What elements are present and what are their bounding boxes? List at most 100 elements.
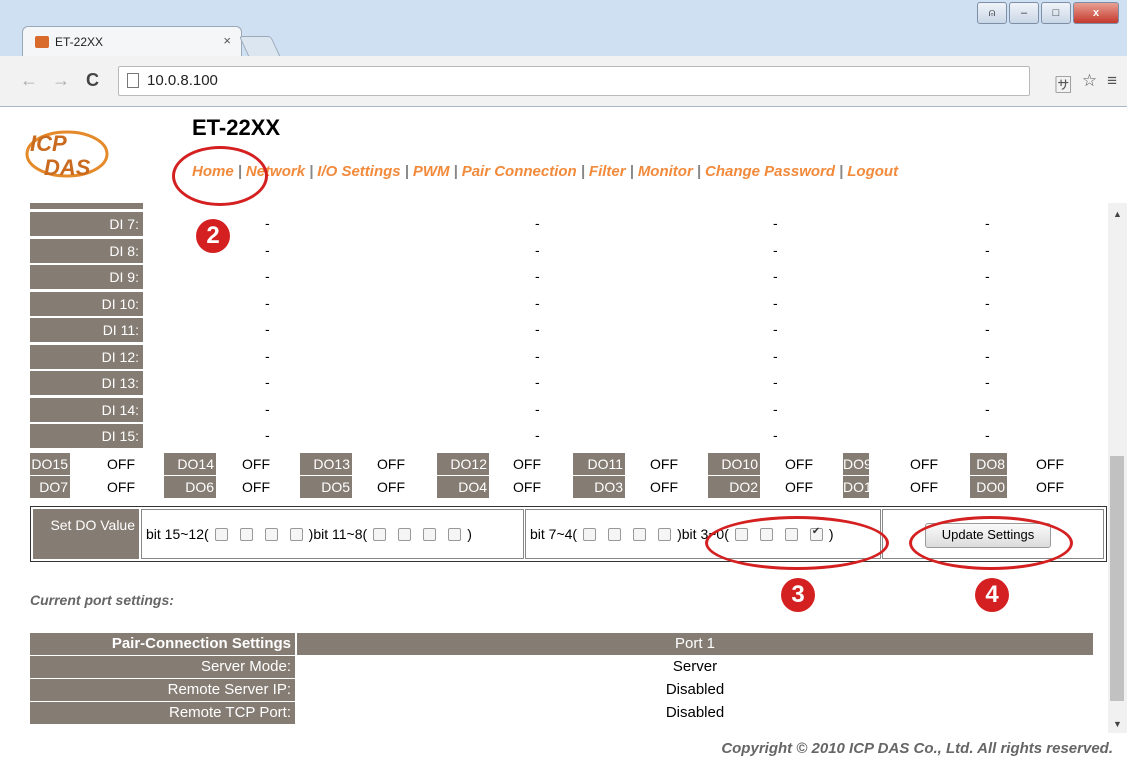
close-window-button[interactable]: x [1073,2,1119,24]
di-value: - [773,215,778,231]
bit-checkbox[interactable] [423,527,437,541]
nav-separator: | [696,163,701,180]
scroll-thumb[interactable] [1110,456,1124,701]
highlight-ring-update [909,516,1073,570]
di-value: - [773,400,778,417]
do-label: DO3 [573,476,625,498]
do-label: DO4 [437,476,489,498]
back-icon[interactable]: ← [20,70,38,91]
do-value: OFF [242,479,270,495]
di-label: DI 11: [30,318,143,342]
forward-icon[interactable]: → [52,70,70,91]
nav-separator: | [580,163,585,180]
do-value: OFF [910,456,938,472]
bit-checkbox[interactable] [583,527,597,541]
bookmark-star-icon[interactable]: ☆ [1082,71,1097,96]
di-value: - [535,347,540,364]
di-label: DI 9: [30,265,143,289]
bit-checkbox[interactable] [239,527,253,541]
nav-link-logout[interactable]: Logout [847,163,898,180]
di-value: - [985,400,990,417]
bit-checkbox[interactable] [373,527,387,541]
address-bar[interactable]: 10.0.8.100 [118,66,1030,96]
nav-link-change-password[interactable]: Change Password [705,163,835,180]
di-label: DI 12: [30,344,143,369]
user-icon[interactable]: ⍝ [977,2,1007,24]
minimize-button[interactable]: – [1009,2,1039,24]
bit-checkbox[interactable] [633,527,647,541]
setting-label: Remote Server IP: [30,679,295,701]
page-title: ET-22XX [192,115,281,140]
di-row-partial [30,203,143,209]
tab-title: ET-22XX [55,35,104,49]
di-value: - [773,294,778,311]
menu-icon[interactable]: ≡ [1107,71,1117,96]
reload-icon[interactable]: C [86,70,99,91]
do-label: DO0 [970,476,1007,498]
nav-link-filter[interactable]: Filter [589,163,626,180]
di-label: DI 13: [30,371,143,395]
di-value: - [265,215,270,231]
browser-tab[interactable]: ET-22XX × [22,26,242,57]
di-value: - [265,268,270,284]
nav-link-monitor[interactable]: Monitor [638,163,693,180]
do-label: DO7 [30,476,70,498]
bit-checkbox[interactable] [264,527,278,541]
do-label: DO13 [300,453,352,475]
di-value: - [985,374,990,390]
nav-link-i-o-settings[interactable]: I/O Settings [317,163,400,180]
nav-separator: | [309,163,314,180]
pair-connection-title: Pair-Connection Settings [30,633,295,655]
di-value: - [265,294,270,311]
bit-group-prefix: bit 7~4( [530,526,578,542]
di-label: DI 8: [30,238,143,263]
di-value: - [773,347,778,364]
new-tab-button[interactable] [238,36,282,58]
setting-label: Remote TCP Port: [30,702,295,724]
scroll-up-icon[interactable]: ▲ [1113,209,1122,219]
bit-checkbox[interactable] [214,527,228,541]
vertical-scrollbar[interactable]: ▲ ▼ [1108,203,1127,733]
di-value: - [535,294,540,311]
di-value: - [985,215,990,231]
di-value: - [535,321,540,337]
port-column-header: Port 1 [297,633,1093,655]
di-value: - [265,374,270,390]
translate-icon[interactable]: 🈂 [1055,71,1072,96]
di-label: DI 15: [30,424,143,448]
page-content: ICP DAS ET-22XX Home | Network | I/O Setting… [0,107,1127,782]
setting-value: Disabled [665,681,725,698]
di-value: - [265,427,270,443]
maximize-button[interactable]: □ [1041,2,1071,24]
do-value: OFF [513,456,541,472]
di-value: - [535,400,540,417]
bit-group-prefix: bit 11~8( [313,526,368,542]
do-label: DO14 [164,453,216,475]
favicon-icon [35,36,49,48]
bit-checkbox[interactable] [608,527,622,541]
nav-link-pwm[interactable]: PWM [413,163,450,180]
bit-checkbox[interactable] [448,527,462,541]
bit-checkbox[interactable] [658,527,672,541]
di-value: - [985,321,990,337]
tab-close-icon[interactable]: × [223,33,231,48]
di-value: - [265,241,270,258]
nav-separator: | [839,163,844,180]
bit-checkbox[interactable] [289,527,303,541]
di-value: - [773,427,778,443]
bit-checkbox[interactable] [398,527,412,541]
nav-separator: | [453,163,458,180]
scroll-down-icon[interactable]: ▼ [1113,719,1122,729]
nav-separator: | [404,163,409,180]
di-value: - [265,321,270,337]
setting-value: Disabled [665,704,725,721]
do-value: OFF [377,479,405,495]
nav-link-pair-connection[interactable]: Pair Connection [462,163,577,180]
icp-das-logo: ICP DAS [25,130,109,180]
nav-separator: | [629,163,634,180]
setting-label: Server Mode: [30,656,295,678]
do-value: OFF [910,479,938,495]
do-label: DO6 [164,476,216,498]
window-controls: ⍝ – □ x [977,2,1119,24]
di-value: - [773,321,778,337]
